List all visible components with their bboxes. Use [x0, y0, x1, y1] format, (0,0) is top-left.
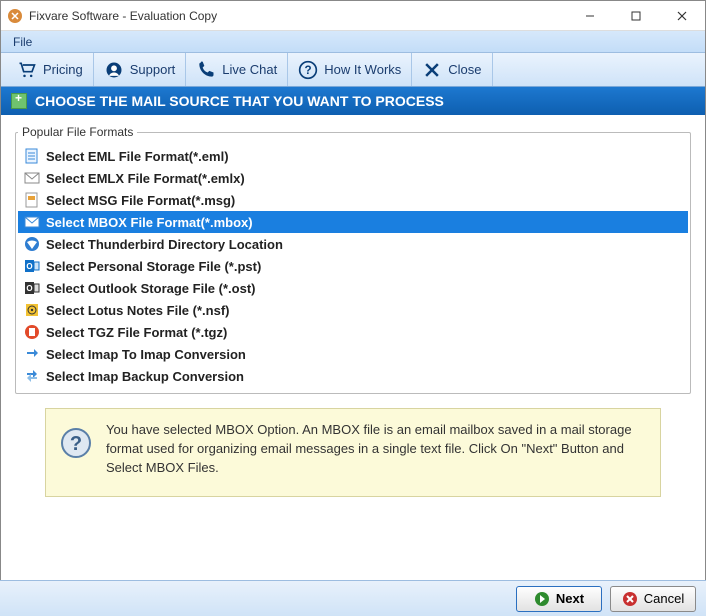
- format-item-pst[interactable]: O Select Personal Storage File (*.pst): [18, 255, 688, 277]
- eml-file-icon: [24, 148, 40, 164]
- backup-arrows-icon: [24, 368, 40, 384]
- outlook-pst-icon: O: [24, 258, 40, 274]
- format-item-nsf[interactable]: Select Lotus Notes File (*.nsf): [18, 299, 688, 321]
- howitworks-label: How It Works: [324, 62, 401, 77]
- howitworks-button[interactable]: ? How It Works: [288, 53, 412, 86]
- format-label: Select Outlook Storage File (*.ost): [46, 281, 255, 296]
- format-label: Select TGZ File Format (*.tgz): [46, 325, 227, 340]
- info-panel: ? You have selected MBOX Option. An MBOX…: [45, 408, 661, 497]
- menubar: File: [1, 31, 705, 53]
- titlebar: Fixvare Software - Evaluation Copy: [1, 1, 705, 31]
- file-formats-group: Popular File Formats Select EML File For…: [15, 125, 691, 394]
- format-item-tgz[interactable]: Select TGZ File Format (*.tgz): [18, 321, 688, 343]
- sync-arrows-icon: [24, 346, 40, 362]
- question-info-icon: ?: [60, 427, 92, 459]
- cancel-button[interactable]: Cancel: [610, 586, 696, 612]
- livechat-label: Live Chat: [222, 62, 277, 77]
- format-label: Select Imap To Imap Conversion: [46, 347, 246, 362]
- section-heading-text: CHOOSE THE MAIL SOURCE THAT YOU WANT TO …: [35, 93, 444, 109]
- mbox-envelope-icon: [24, 214, 40, 230]
- add-source-icon: [11, 93, 27, 109]
- toolbar: Pricing Support Live Chat ? How It Works…: [1, 53, 705, 87]
- support-button[interactable]: Support: [94, 53, 187, 86]
- next-button[interactable]: Next: [516, 586, 602, 612]
- question-icon: ?: [298, 60, 318, 80]
- maximize-button[interactable]: [613, 1, 659, 31]
- format-item-thunderbird[interactable]: Select Thunderbird Directory Location: [18, 233, 688, 255]
- format-item-eml[interactable]: Select EML File Format(*.eml): [18, 145, 688, 167]
- format-item-imap-backup[interactable]: Select Imap Backup Conversion: [18, 365, 688, 387]
- close-button[interactable]: Close: [412, 53, 492, 86]
- formats-legend: Popular File Formats: [18, 125, 137, 139]
- format-item-emlx[interactable]: Select EMLX File Format(*.emlx): [18, 167, 688, 189]
- svg-text:O: O: [26, 284, 32, 293]
- support-label: Support: [130, 62, 176, 77]
- pricing-button[interactable]: Pricing: [7, 53, 94, 86]
- svg-text:?: ?: [305, 64, 312, 77]
- format-item-ost[interactable]: O Select Outlook Storage File (*.ost): [18, 277, 688, 299]
- window-title: Fixvare Software - Evaluation Copy: [29, 9, 567, 23]
- format-label: Select MBOX File Format(*.mbox): [46, 215, 253, 230]
- menu-file[interactable]: File: [5, 33, 40, 51]
- format-label: Select EML File Format(*.eml): [46, 149, 229, 164]
- cart-icon: [17, 60, 37, 80]
- lotus-notes-icon: [24, 302, 40, 318]
- format-item-msg[interactable]: Select MSG File Format(*.msg): [18, 189, 688, 211]
- svg-text:O: O: [26, 262, 32, 271]
- app-icon: [7, 8, 23, 24]
- footer: Next Cancel: [0, 580, 706, 616]
- cancel-x-icon: [622, 591, 638, 607]
- close-label: Close: [448, 62, 481, 77]
- section-header: CHOOSE THE MAIL SOURCE THAT YOU WANT TO …: [1, 87, 705, 115]
- close-icon: [422, 60, 442, 80]
- format-label: Select Imap Backup Conversion: [46, 369, 244, 384]
- content-area: Popular File Formats Select EML File For…: [1, 115, 705, 513]
- livechat-button[interactable]: Live Chat: [186, 53, 288, 86]
- next-label: Next: [556, 591, 584, 606]
- minimize-button[interactable]: [567, 1, 613, 31]
- pricing-label: Pricing: [43, 62, 83, 77]
- format-list: Select EML File Format(*.eml) Select EML…: [18, 145, 688, 387]
- format-label: Select Thunderbird Directory Location: [46, 237, 283, 252]
- msg-file-icon: [24, 192, 40, 208]
- svg-text:?: ?: [70, 433, 82, 455]
- phone-icon: [196, 60, 216, 80]
- outlook-ost-icon: O: [24, 280, 40, 296]
- headset-icon: [104, 60, 124, 80]
- next-arrow-icon: [534, 591, 550, 607]
- format-label: Select MSG File Format(*.msg): [46, 193, 235, 208]
- format-item-imap-to-imap[interactable]: Select Imap To Imap Conversion: [18, 343, 688, 365]
- envelope-icon: [24, 170, 40, 186]
- info-text: You have selected MBOX Option. An MBOX f…: [106, 421, 646, 478]
- format-label: Select Personal Storage File (*.pst): [46, 259, 261, 274]
- thunderbird-icon: [24, 236, 40, 252]
- cancel-label: Cancel: [644, 591, 684, 606]
- format-label: Select EMLX File Format(*.emlx): [46, 171, 245, 186]
- archive-icon: [24, 324, 40, 340]
- format-label: Select Lotus Notes File (*.nsf): [46, 303, 229, 318]
- format-item-mbox[interactable]: Select MBOX File Format(*.mbox): [18, 211, 688, 233]
- close-window-button[interactable]: [659, 1, 705, 31]
